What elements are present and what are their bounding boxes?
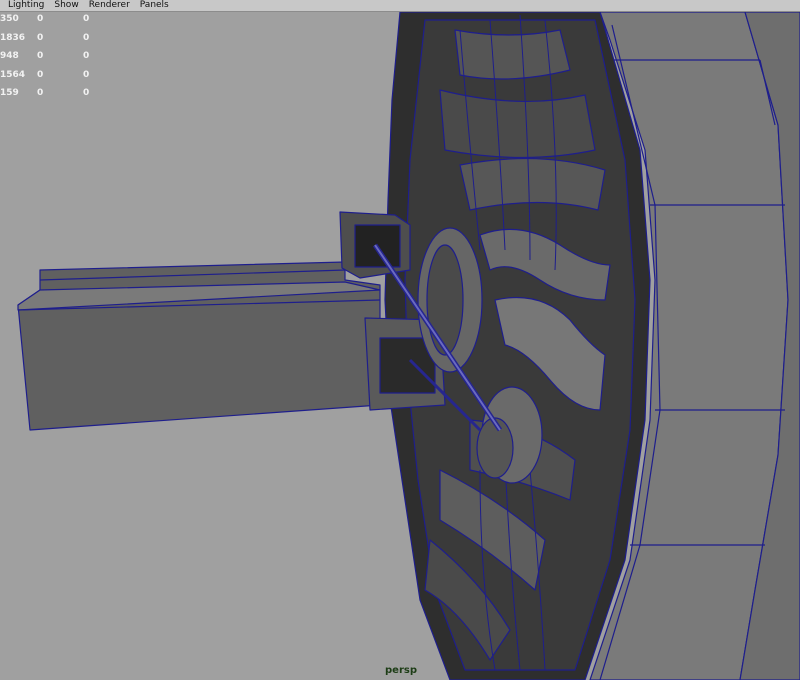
hud-value: 0 — [37, 51, 44, 61]
hud-value: 1564 — [0, 69, 26, 80]
perspective-viewport[interactable] — [0, 12, 800, 680]
hud-value: 350 — [0, 14, 19, 24]
hud-value: 0 — [37, 14, 44, 24]
camera-name-label: persp — [385, 665, 417, 676]
hud-value: 0 — [37, 69, 44, 80]
menu-show[interactable]: Show — [54, 0, 78, 11]
hud-value: 0 — [83, 14, 90, 24]
panel-menu-bar: Lighting Show Renderer Panels — [0, 0, 800, 12]
hud-value: 0 — [83, 69, 90, 80]
menu-panels[interactable]: Panels — [140, 0, 169, 11]
hud-value: 0 — [83, 88, 90, 98]
menu-renderer[interactable]: Renderer — [89, 0, 130, 11]
menu-lighting[interactable]: Lighting — [8, 0, 44, 11]
hud-value: 948 — [0, 51, 19, 61]
hud-value: 0 — [37, 88, 44, 98]
hud-value: 1836 — [0, 32, 26, 43]
hud-value: 0 — [83, 51, 90, 61]
hud-value: 0 — [37, 32, 44, 43]
hud-value: 159 — [0, 88, 19, 98]
hud-value: 0 — [83, 32, 90, 43]
